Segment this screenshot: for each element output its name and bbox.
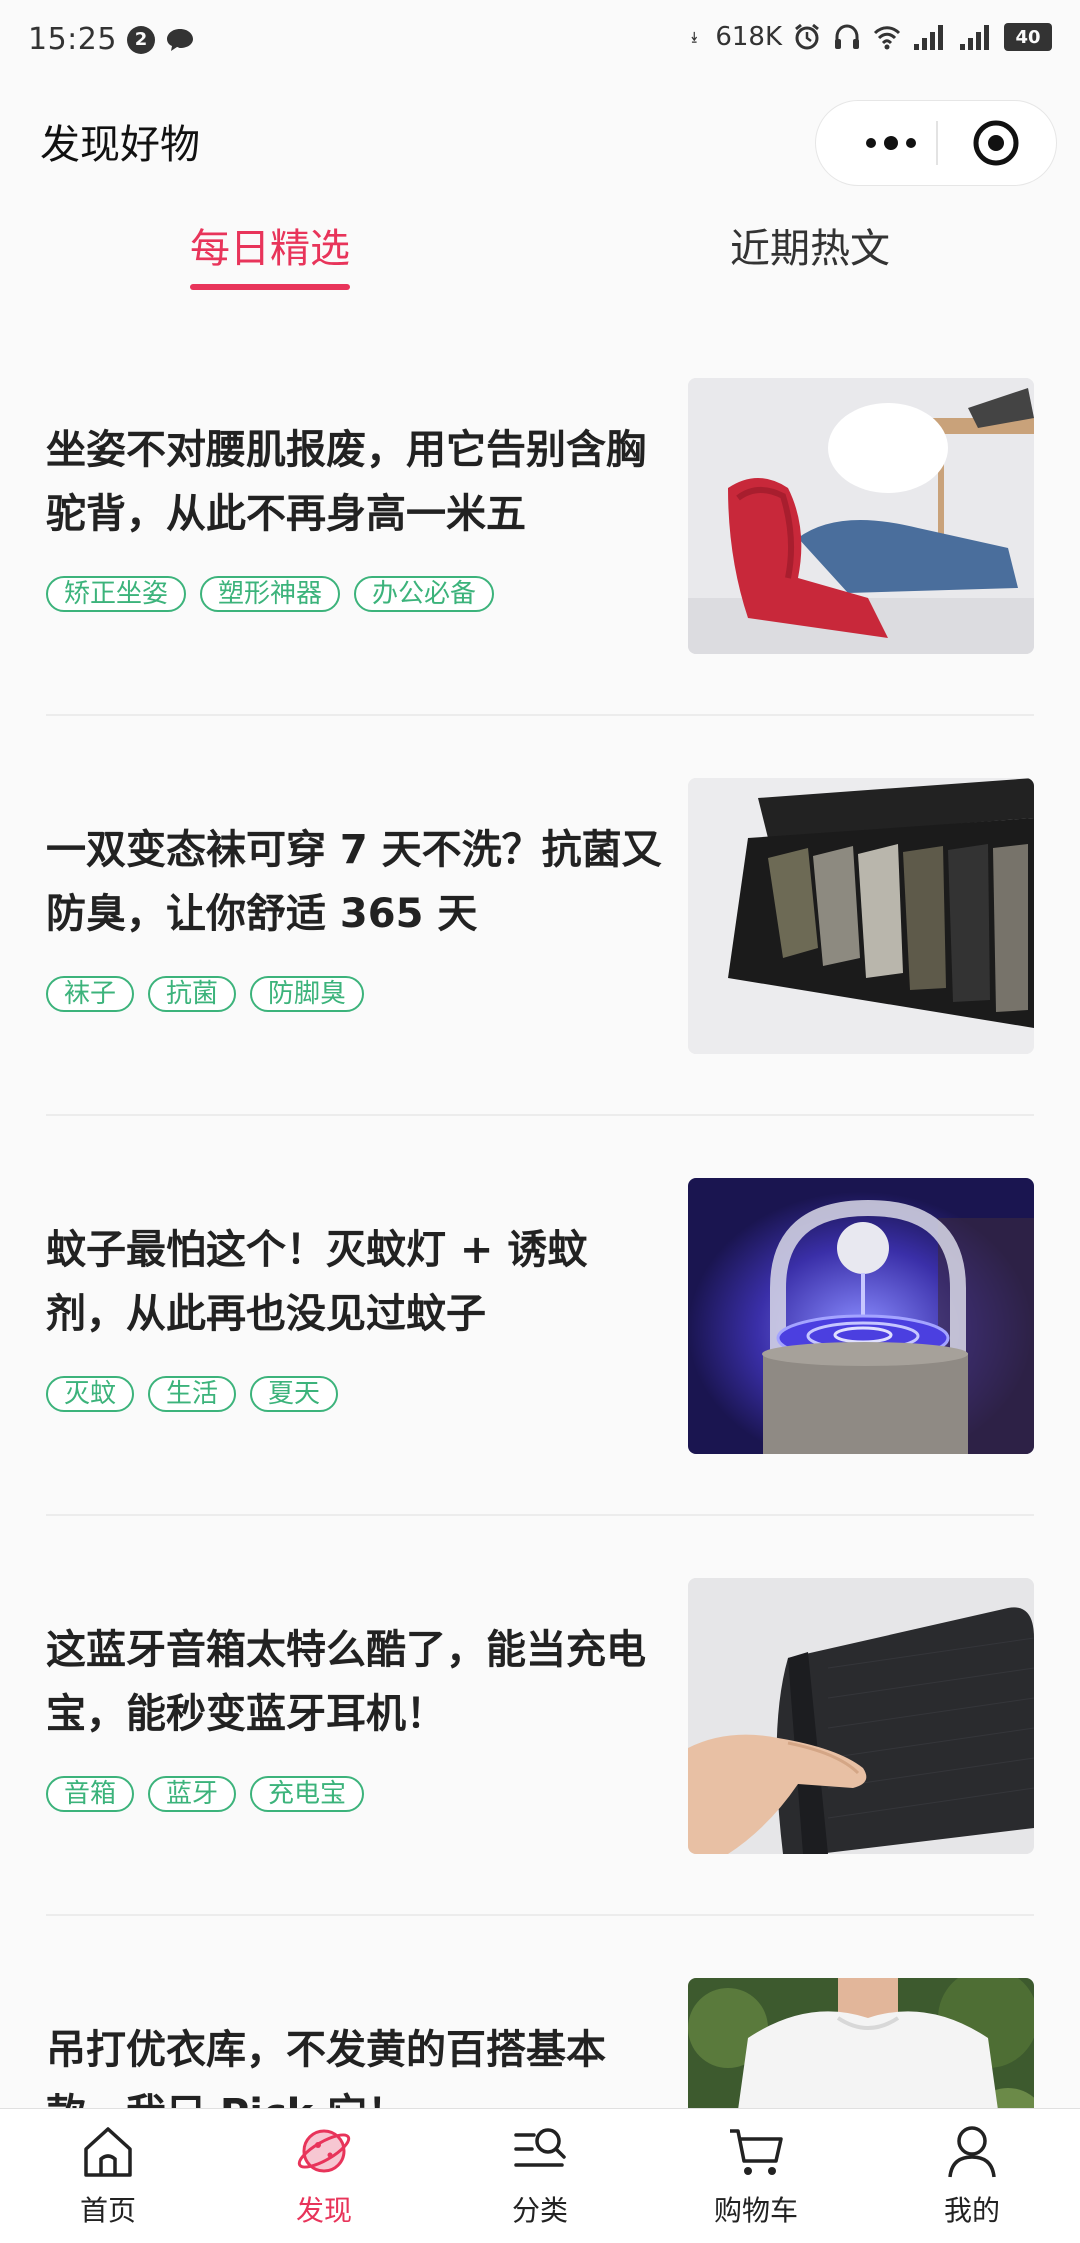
miniprogram-capsule — [815, 100, 1057, 186]
profile-icon — [948, 2126, 996, 2178]
content-tabs: 每日精选 近期热文 — [0, 202, 1080, 302]
article-tag[interactable]: 音箱 — [46, 1776, 135, 1812]
article-tag[interactable]: 夏天 — [250, 1376, 339, 1412]
alarm-icon — [795, 23, 819, 50]
page-title: 发现好物 — [40, 122, 200, 168]
home-icon — [84, 2127, 132, 2177]
article-tags: 音箱 蓝牙 充电宝 — [46, 1776, 365, 1812]
article-tag[interactable]: 袜子 — [46, 976, 135, 1012]
bluetooth-speaker-photo — [688, 1578, 1034, 1854]
article-feed[interactable]: 坐姿不对腰肌报废，用它告别含胸驼背，从此不再身高一米五 矫正坐姿 塑形神器 办公… — [0, 300, 1080, 2108]
article-tag[interactable]: 充电宝 — [250, 1776, 365, 1812]
posture-seat-photo — [688, 378, 1034, 654]
article-tag[interactable]: 生活 — [148, 1376, 237, 1412]
article-title: 一双变态袜可穿 7 天不洗？抗菌又防臭，让你舒适 365 天 — [46, 827, 662, 937]
article-card[interactable]: 蚊子最怕这个！灭蚊灯 + 诱蚊剂，从此再也没见过蚊子 灭蚊 生活 夏天 — [0, 1100, 1080, 1516]
chat-bubble-icon — [166, 28, 193, 51]
notification-count-badge: 2 — [126, 25, 155, 54]
more-menu-button[interactable] — [846, 115, 936, 171]
article-title: 坐姿不对腰肌报废，用它告别含胸驼背，从此不再身高一米五 — [46, 427, 646, 537]
tabbar-item-cart[interactable]: 购物车 — [648, 2109, 864, 2243]
navigation-header: 发现好物 — [0, 82, 1080, 202]
article-thumbnail — [688, 378, 1034, 654]
net-speed: 618K — [715, 22, 782, 52]
signal-icon-2 — [960, 25, 989, 50]
download-arrow-icon — [691, 31, 698, 43]
article-thumbnail — [688, 1578, 1034, 1854]
status-right: 618K 40 — [691, 22, 1052, 52]
tabbar-item-category[interactable]: 分类 — [432, 2109, 648, 2243]
socks-box-photo — [688, 778, 1034, 1054]
article-card[interactable]: 一双变态袜可穿 7 天不洗？抗菌又防臭，让你舒适 365 天 袜子 抗菌 防脚臭 — [0, 700, 1080, 1116]
article-title: 吊打优衣库，不发黄的百搭基本款，我只 Pick 它！ — [46, 2027, 606, 2108]
planet-icon — [297, 2129, 351, 2173]
more-dots-icon — [866, 136, 916, 150]
capsule-divider — [936, 121, 938, 165]
article-card[interactable]: 这蓝牙音箱太特么酷了，能当充电宝，能秒变蓝牙耳机！ 音箱 蓝牙 充电宝 — [0, 1500, 1080, 1916]
signal-icon-1 — [914, 25, 943, 50]
wifi-icon — [873, 26, 901, 50]
headphone-icon — [835, 24, 859, 49]
tabbar-item-discover[interactable]: 发现 — [216, 2109, 432, 2243]
article-tag[interactable]: 蓝牙 — [148, 1776, 237, 1812]
status-left: 15:25 2 — [28, 22, 195, 57]
close-miniprogram-button[interactable] — [946, 115, 1046, 171]
article-tag[interactable]: 灭蚊 — [46, 1376, 135, 1412]
article-thumbnail — [688, 1178, 1034, 1454]
bottom-tab-bar: 首页 发现 分类 购物车 我的 — [0, 2108, 1080, 2243]
mosquito-lamp-photo — [688, 1178, 1034, 1454]
tabbar-label: 购物车 — [713, 2194, 798, 2227]
article-tag[interactable]: 抗菌 — [148, 976, 237, 1012]
tab-recent-hot[interactable]: 近期热文 — [730, 216, 890, 274]
tabbar-item-home[interactable]: 首页 — [0, 2109, 216, 2243]
article-tags: 袜子 抗菌 防脚臭 — [46, 976, 365, 1012]
article-title: 蚊子最怕这个！灭蚊灯 + 诱蚊剂，从此再也没见过蚊子 — [46, 1227, 588, 1337]
article-thumbnail — [688, 778, 1034, 1054]
active-tab-indicator — [190, 284, 350, 290]
status-time: 15:25 — [28, 22, 117, 57]
category-search-icon — [514, 2128, 566, 2167]
article-card[interactable]: 吊打优衣库，不发黄的百搭基本款，我只 Pick 它！ — [0, 1900, 1080, 2108]
cart-icon — [730, 2129, 783, 2175]
article-tags: 矫正坐姿 塑形神器 办公必备 — [46, 576, 495, 612]
tabbar-item-profile[interactable]: 我的 — [864, 2109, 1080, 2243]
target-close-icon — [973, 120, 1019, 166]
status-bar: 15:25 2 618K 40 — [0, 0, 1080, 82]
article-card[interactable]: 坐姿不对腰肌报废，用它告别含胸驼背，从此不再身高一米五 矫正坐姿 塑形神器 办公… — [0, 300, 1080, 716]
white-tshirt-photo — [688, 1978, 1034, 2108]
article-tag[interactable]: 矫正坐姿 — [46, 576, 187, 612]
article-tag[interactable]: 办公必备 — [354, 576, 495, 612]
tabbar-label: 首页 — [79, 2194, 136, 2227]
battery-indicator: 40 — [1004, 23, 1052, 51]
tabbar-label: 我的 — [943, 2194, 1000, 2227]
article-title: 这蓝牙音箱太特么酷了，能当充电宝，能秒变蓝牙耳机！ — [46, 1627, 646, 1737]
tabbar-label: 分类 — [511, 2194, 568, 2227]
tab-daily-picks[interactable]: 每日精选 — [190, 216, 350, 274]
article-tags: 灭蚊 生活 夏天 — [46, 1376, 339, 1412]
article-thumbnail — [688, 1978, 1034, 2108]
article-tag[interactable]: 塑形神器 — [200, 576, 341, 612]
tabbar-label: 发现 — [295, 2194, 352, 2227]
article-tag[interactable]: 防脚臭 — [250, 976, 365, 1012]
